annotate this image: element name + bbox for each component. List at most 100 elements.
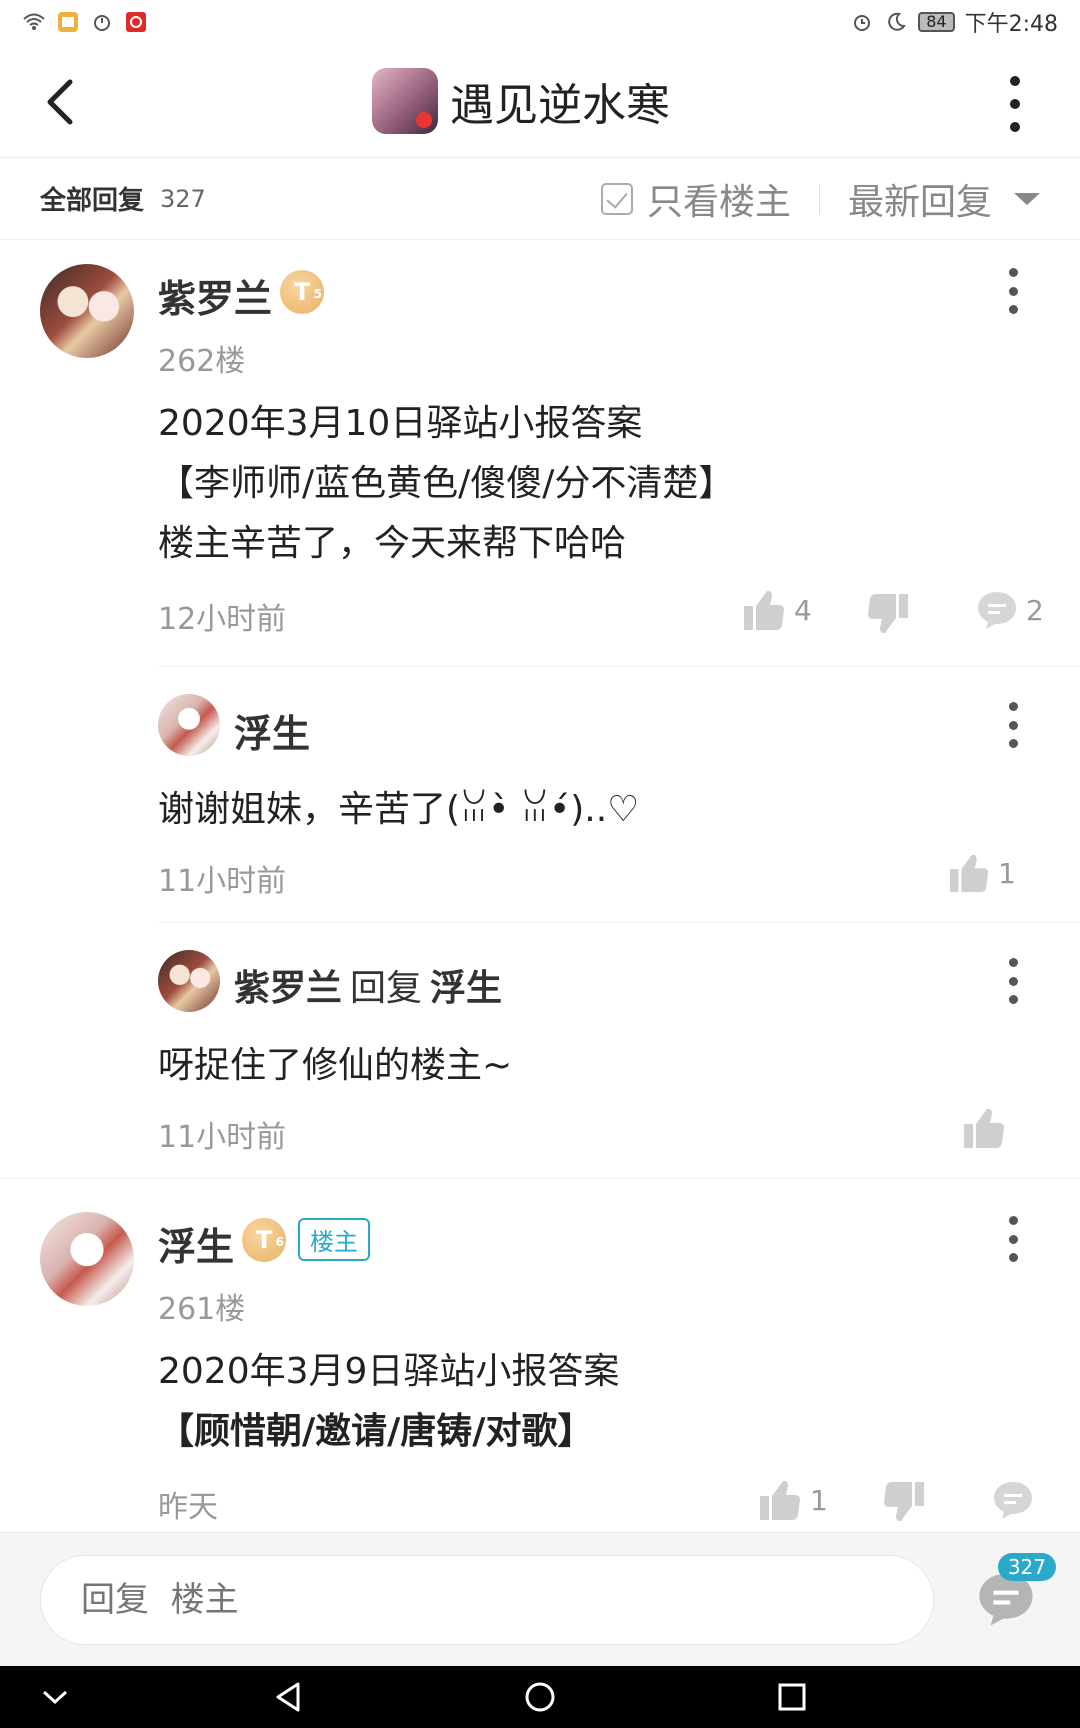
post-menu-button[interactable] [1003,268,1023,314]
level-badge: T6 [242,1218,286,1262]
comment-count-badge: 327 [997,1553,1056,1581]
menu-dot [1008,1253,1018,1262]
more-dot [1010,122,1020,132]
avatar[interactable] [158,694,220,756]
avatar[interactable] [40,264,134,358]
menu-dot [1008,1234,1018,1244]
thumbs-up-icon [744,590,784,630]
like-count: 4 [794,593,812,627]
dislike-button[interactable] [882,1480,926,1524]
reply-input[interactable] [40,1555,934,1645]
app-notification-icon [56,11,80,33]
reply-header: 紫罗兰 回复 浮生 [234,959,502,1011]
sort-dropdown[interactable]: 最新回复 [848,173,992,225]
thumbs-down-icon [868,594,908,634]
alarm-icon [850,11,874,33]
comment-count: 2 [1026,593,1044,627]
reply-menu-button[interactable] [1003,958,1023,1004]
reply-time: 11小时前 [158,864,287,899]
reply-bar: 327 [0,1532,1080,1666]
top-app-bar: 遇见逆水寒 [0,44,1080,158]
post-divider [0,1178,1080,1179]
menu-dot [1008,739,1018,748]
recents-square-icon[interactable] [771,1676,813,1718]
more-vertical-icon [1008,958,1018,967]
chevron-down-icon[interactable] [1014,192,1040,205]
floor-number: 262楼 [158,344,246,379]
menu-dot [1008,720,1018,730]
comment-button[interactable]: 2 [976,590,1044,630]
title-group: 遇见逆水寒 [372,66,670,136]
menu-dot [1008,995,1018,1004]
more-options-button[interactable] [1000,76,1030,132]
status-right-icons: 84 下午2:48 [850,6,1058,38]
post-time: 12小时前 [158,602,287,637]
reply-text: 谢谢姐妹，辛苦了(ꈍ•̀ ꈍ•́)..♡ [158,789,640,830]
thumbs-up-icon [760,1480,800,1520]
reply-target[interactable]: 浮生 [430,968,502,1009]
level-number: 6 [275,1235,284,1249]
thumbs-down-icon [884,1482,924,1522]
only-op-checkbox[interactable] [600,182,633,215]
back-triangle-icon[interactable] [268,1676,310,1718]
comment-bubble-icon [978,592,1016,629]
post-text-line: 2020年3月10日驿站小报答案 [158,403,643,444]
status-bar: 84 下午2:48 [0,0,1080,44]
status-time: 下午2:48 [964,12,1058,37]
more-vertical-icon [1010,76,1020,86]
more-vertical-icon [1008,702,1018,711]
post-text-line: 【李师师/蓝色黄色/傻傻/分不清楚】 [158,463,735,504]
thumbs-up-icon [964,1108,1004,1148]
reply-divider [158,666,1080,667]
post-time: 昨天 [158,1490,218,1525]
post-text-line: 【顾惜朝/邀请/唐铸/对歌】 [158,1411,594,1452]
floor-number: 261楼 [158,1292,246,1327]
level-badge: T5 [280,270,324,314]
more-dot [1010,99,1020,109]
wifi-icon [22,11,46,33]
comment-bubble-icon [994,1482,1032,1519]
reply-author[interactable]: 浮生 [234,703,310,758]
battery-icon: 84 [918,12,955,32]
reply-time: 11小时前 [158,1120,287,1155]
level-letter: T [255,1226,273,1254]
post-author[interactable]: 浮生 [158,1216,234,1271]
moon-icon [884,11,908,33]
more-vertical-icon [1008,268,1018,277]
reply-text: 呀捉住了修仙的楼主~ [158,1045,513,1086]
menu-dot [1008,976,1018,986]
menu-dot [1008,286,1018,296]
post-author[interactable]: 紫罗兰 [158,268,272,323]
like-button[interactable]: 1 [758,1478,828,1522]
netease-icon [124,11,148,33]
like-button[interactable]: 4 [742,588,812,632]
like-button[interactable] [962,1106,1006,1150]
reply-menu-button[interactable] [1003,702,1023,748]
only-op-label[interactable]: 只看楼主 [647,173,791,225]
page-title: 遇见逆水寒 [450,80,670,131]
timer-icon [90,11,114,33]
back-button[interactable] [40,74,90,130]
post-text-line: 楼主辛苦了，今天来帮下哈哈 [158,523,627,564]
like-count: 1 [810,1483,828,1517]
comment-button[interactable] [992,1480,1034,1520]
reply-author[interactable]: 紫罗兰 [234,968,342,1009]
filter-divider [818,183,820,214]
reply-filter-bar: 全部回复 327 只看楼主 最新回复 [0,158,1080,240]
level-letter: T [293,278,311,306]
reply-word: 回复 [350,968,423,1009]
hide-keyboard-icon[interactable] [34,1676,76,1718]
more-vertical-icon [1008,1216,1018,1225]
home-circle-icon[interactable] [519,1676,561,1718]
post-text-line: 2020年3月9日驿站小报答案 [158,1351,620,1392]
avatar[interactable] [158,950,220,1012]
avatar[interactable] [40,1212,134,1306]
like-button[interactable]: 1 [948,852,1016,894]
game-logo [372,68,438,134]
dislike-button[interactable] [866,592,910,636]
post-menu-button[interactable] [1003,1216,1023,1262]
chevron-left-icon [47,79,73,125]
like-count: 1 [998,856,1016,890]
status-left-icons [22,11,148,33]
menu-dot [1008,305,1018,314]
